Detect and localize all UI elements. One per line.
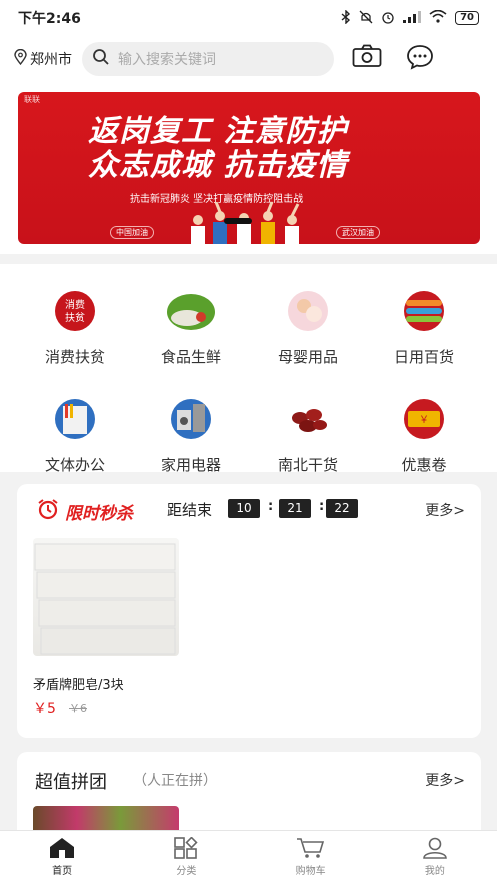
svg-text:￥: ￥ bbox=[419, 415, 429, 426]
category-item-daily-goods[interactable]: 日用百货 bbox=[364, 290, 484, 367]
product-name[interactable]: 矛盾牌肥皂/3块 bbox=[33, 674, 124, 693]
profile-icon bbox=[423, 837, 447, 859]
tab-home[interactable]: 首页 bbox=[0, 831, 124, 883]
category-label: 南北干货 bbox=[277, 456, 338, 474]
signal-icon bbox=[403, 10, 422, 26]
category-item-dried-goods[interactable]: 南北干货 bbox=[248, 398, 368, 475]
camera-icon[interactable] bbox=[352, 44, 382, 74]
status-bar: 下午2:46 70 bbox=[0, 0, 497, 36]
flash-sale-card: 限时秒杀 距结束 10 : 21 : 22 更多> 矛盾牌肥皂/3块 ￥5 ￥6 bbox=[17, 484, 481, 738]
coupon-icon: ￥ bbox=[404, 399, 444, 439]
location-pin-icon bbox=[14, 48, 27, 69]
search-icon bbox=[92, 48, 110, 70]
category-grid: 消费 扶贫 消费扶贫 食品生鲜 母婴用品 日用百货 文体办公 家用电器 南北干货 … bbox=[0, 264, 497, 475]
bottom-tab-bar: 首页 分类 购物车 我的 bbox=[0, 830, 497, 883]
category-item-office-supplies[interactable]: 文体办公 bbox=[15, 398, 135, 475]
countdown-seconds: 22 bbox=[326, 499, 358, 518]
promo-banner[interactable]: 联联 返岗复工 注意防护 众志成城 抗击疫情 抗击新冠肺炎 坚决打赢疫情防控阻击… bbox=[18, 92, 480, 244]
alarm-icon bbox=[381, 10, 395, 27]
product-image[interactable] bbox=[33, 538, 179, 656]
category-item-baby-products[interactable]: 母婴用品 bbox=[248, 290, 368, 367]
countdown-hours: 10 bbox=[228, 499, 260, 518]
group-buy-title: 超值拼团 bbox=[35, 772, 107, 793]
alarm-clock-icon bbox=[37, 498, 59, 525]
banner-page-indicator bbox=[224, 218, 252, 224]
category-label: 母婴用品 bbox=[277, 348, 338, 366]
battery-level: 70 bbox=[455, 11, 479, 25]
tab-profile[interactable]: 我的 bbox=[373, 831, 497, 883]
category-label: 消费扶贫 bbox=[44, 348, 105, 366]
banner-headline-2: 众志成城 抗击疫情 bbox=[88, 148, 348, 183]
search-input[interactable]: 输入搜索关键词 bbox=[82, 42, 334, 76]
category-item-poverty-alleviation[interactable]: 消费 扶贫 消费扶贫 bbox=[15, 290, 135, 367]
search-placeholder: 输入搜索关键词 bbox=[118, 52, 216, 68]
product-price: ￥5 bbox=[33, 701, 56, 717]
wifi-icon bbox=[429, 9, 447, 26]
tab-category[interactable]: 分类 bbox=[124, 831, 248, 883]
office-supplies-icon bbox=[55, 399, 95, 439]
daily-goods-icon bbox=[404, 291, 444, 331]
search-header: 郑州市 输入搜索关键词 bbox=[0, 36, 497, 82]
countdown-label: 距结束 bbox=[167, 501, 213, 519]
group-buy-card: 超值拼团 （人正在拼） 更多> bbox=[17, 752, 481, 842]
category-item-fresh-food[interactable]: 食品生鲜 bbox=[131, 290, 251, 367]
message-icon[interactable] bbox=[406, 44, 434, 74]
category-item-coupon[interactable]: ￥ 优惠卷 bbox=[364, 398, 484, 475]
category-item-appliances[interactable]: 家用电器 bbox=[131, 398, 251, 475]
banner-brand: 联联 bbox=[24, 95, 40, 104]
flash-sale-title: 限时秒杀 bbox=[65, 504, 133, 524]
flash-sale-more-link[interactable]: 更多> bbox=[425, 500, 465, 520]
category-label: 食品生鲜 bbox=[160, 348, 221, 366]
category-label: 家用电器 bbox=[160, 456, 221, 474]
product-original-price: ￥6 bbox=[69, 702, 87, 715]
location-selector[interactable]: 郑州市 bbox=[14, 48, 72, 69]
cart-icon bbox=[296, 838, 324, 858]
group-buy-more-link[interactable]: 更多> bbox=[425, 770, 465, 790]
appliances-icon bbox=[171, 399, 211, 439]
banner-tag-left: 中国加油 bbox=[110, 226, 154, 239]
svg-text:消费: 消费 bbox=[65, 298, 85, 311]
location-label: 郑州市 bbox=[30, 52, 72, 68]
dried-goods-icon bbox=[292, 409, 327, 432]
baby-products-icon bbox=[288, 291, 328, 331]
tab-cart[interactable]: 购物车 bbox=[249, 831, 373, 883]
status-time: 下午2:46 bbox=[18, 11, 81, 27]
group-buy-subtitle: （人正在拼） bbox=[133, 773, 217, 789]
category-label: 优惠卷 bbox=[401, 456, 447, 474]
fresh-food-icon bbox=[167, 294, 215, 330]
home-icon bbox=[50, 838, 75, 858]
banner-tag-right: 武汉加油 bbox=[336, 226, 380, 239]
countdown-minutes: 21 bbox=[279, 499, 311, 518]
poverty-alleviation-icon: 消费扶贫 bbox=[55, 291, 95, 331]
bluetooth-icon bbox=[341, 8, 351, 27]
svg-text:扶贫: 扶贫 bbox=[65, 311, 85, 324]
category-icon bbox=[174, 837, 198, 859]
mute-icon bbox=[359, 10, 373, 27]
category-label: 日用百货 bbox=[393, 348, 454, 366]
category-label: 文体办公 bbox=[44, 456, 105, 474]
